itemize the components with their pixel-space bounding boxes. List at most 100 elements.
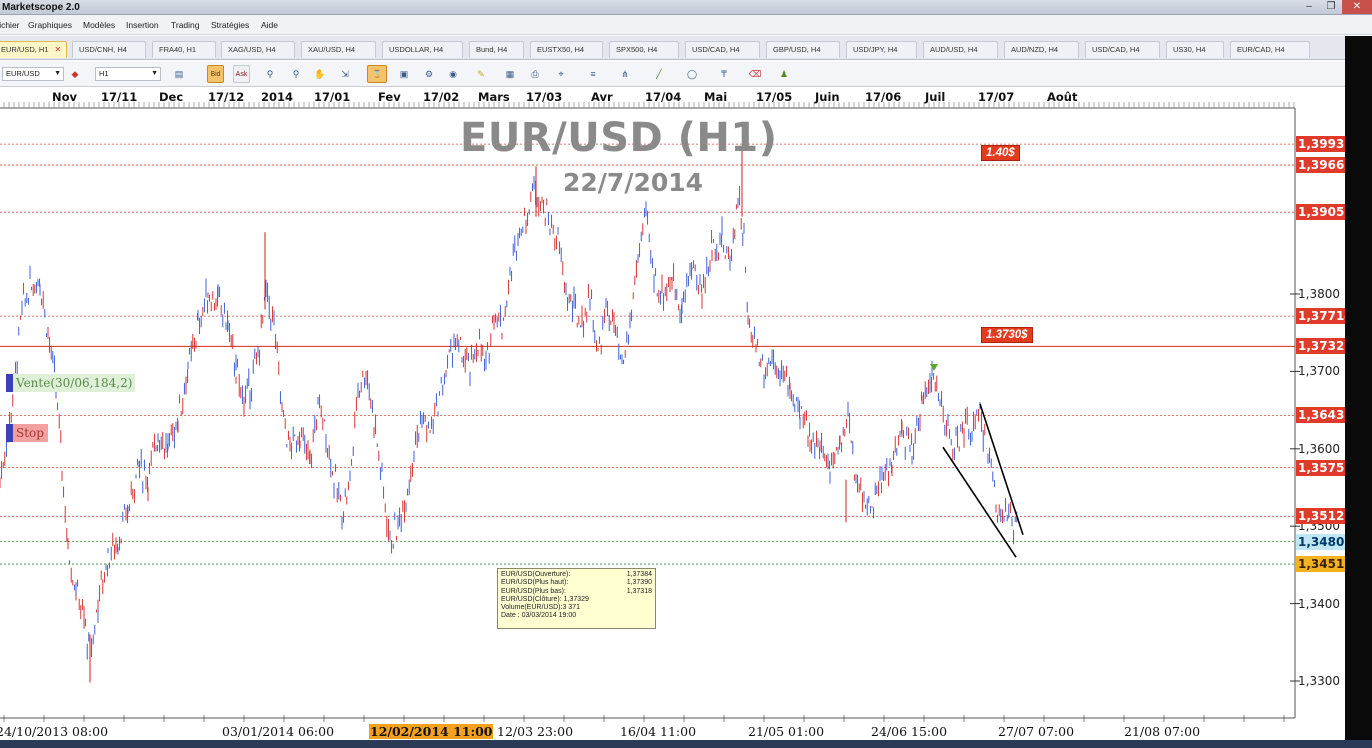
tab-label: USD/CAD, H4 [1092,45,1140,54]
tab-chart[interactable]: Bund, H4 [469,41,524,58]
tab-chart[interactable]: AUD/USD, H4 [923,41,998,58]
menu-aide[interactable]: Aide [261,20,278,30]
tab-chart[interactable]: USD/CNH, H4 [72,41,146,58]
menu-graphiques[interactable]: Graphiques [28,20,72,30]
wedge-lower-trendline [942,446,1017,558]
time-axis-tick: 17/06 [865,90,902,104]
tab-label: XAG/USD, H4 [228,45,276,54]
sell-arrow-icon [930,364,938,371]
strategy-icon[interactable]: ♟ [777,67,791,81]
menu-bar: Fichier Graphiques Modèles Insertion Tra… [0,15,1372,35]
menu-fichier[interactable]: Fichier [0,20,20,30]
symbol-select[interactable]: EUR/USD ▼ [2,67,64,81]
close-button[interactable]: ✕ [1342,0,1372,14]
price-tick: 1,3400 [1298,596,1340,611]
shapes-icon[interactable]: ◯ [685,67,699,81]
time-axis-tick: Dec [159,90,184,104]
time-axis-label: 16/04 11:00 [620,724,697,739]
tab-label: USD/CNH, H4 [79,45,127,54]
print-icon[interactable]: ⎙ [528,67,542,81]
hourglass-button[interactable]: ⌛ [367,65,387,83]
tab-chart[interactable]: EUR/USD, H1 ✕ [0,41,67,58]
time-axis-tick: Juil [925,90,946,104]
tab-chart[interactable]: USD/JPY, H4 [846,41,917,58]
tooltip-label: EUR/USD(Clôture): 1,37329 [501,595,589,603]
minimize-button[interactable]: – [1298,0,1320,14]
bid-button[interactable]: Bid [207,65,224,83]
tab-chart[interactable]: FRA40, H1 [152,41,216,58]
tab-chart[interactable]: XAU/USD, H4 [301,41,376,58]
scale-icon[interactable]: ⇲ [338,67,352,81]
chart-toolbar: EUR/USD ▼ ◆ H1 ▼ ▤ Bid Ask ⚲ ⚲ ✋ ⇲ ⌛ ▣ ⚙ ◉… [0,61,1345,87]
menu-strategies[interactable]: Stratégies [211,20,249,30]
pencil-icon[interactable]: ✎ [474,67,488,81]
chart-type-icon[interactable]: ▤ [172,67,186,81]
eraser-icon[interactable]: ⌫ [748,67,762,81]
tooltip-row: EUR/USD(Plus bas): 1,37318 [501,588,652,596]
timeframe-value: H1 [99,69,109,78]
time-axis-tick: 17/12 [208,90,245,104]
time-axis-tick: Nov [52,90,78,104]
time-axis-label: 24/10/2013 08:00 [0,724,109,739]
tab-chart[interactable]: USD/CAD, H4 [685,41,760,58]
tab-chart[interactable]: EUR/CAD, H4 [1230,41,1310,58]
settings-icon[interactable]: ⚙ [422,67,436,81]
hand-icon[interactable]: ✋ [313,67,327,81]
chevron-down-icon: ▼ [54,70,61,77]
tab-chart[interactable]: XAG/USD, H4 [221,41,295,58]
time-axis-label: 03/01/2014 06:00 [222,724,335,739]
tab-label: Bund, H4 [476,45,508,54]
sell-order-marker[interactable]: Vente(30/06,184,2) [6,374,136,392]
tab-label: USD/CAD, H4 [692,45,740,54]
zoom-in-icon[interactable]: ⚲ [263,67,277,81]
order-handle[interactable] [6,374,13,392]
chart-color-icon[interactable]: ◆ [68,67,82,81]
lines-icon[interactable]: ≡ [586,67,600,81]
level-annotation-1-40[interactable]: 1.40$ [981,145,1020,161]
menu-trading[interactable]: Trading [171,20,200,30]
tab-label: EUR/USD, H1 [1,45,49,54]
chevron-down-icon: ▼ [151,70,158,77]
time-axis-label: 12/02/2014 11:00 [369,724,494,739]
tab-chart[interactable]: GBP/USD, H4 [766,41,840,58]
stop-order-marker[interactable]: Stop [6,424,48,442]
zoom-out-icon[interactable]: ⚲ [289,67,303,81]
menu-modeles[interactable]: Modèles [83,20,115,30]
tab-label: USD/JPY, H4 [853,45,898,54]
price-chart[interactable]: EUR/USD (H1) 22/7/2014 1.40$ 1.3730$ Ven… [0,88,1355,748]
tooltip-label: EUR/USD(Plus bas): [501,587,566,595]
price-tick: 1,3300 [1298,674,1340,688]
tab-chart[interactable]: USD/CAD, H4 [1085,41,1160,58]
tab-chart[interactable]: SPX500, H4 [609,41,679,58]
chart-overlay-title: EUR/USD (H1) [460,115,778,161]
menu-insertion[interactable]: Insertion [126,20,159,30]
tab-chart[interactable]: AUD/NZD, H4 [1004,41,1079,58]
maximize-button[interactable]: ❐ [1320,0,1342,14]
tooltip-value: 1,37384 [626,571,652,578]
cursor-icon[interactable]: ⌖ [554,67,568,81]
fibonacci-icon[interactable]: ₸ [717,67,731,81]
timeframe-select[interactable]: H1 ▼ [95,67,161,81]
sell-order-label: Vente(30/06,184,2) [16,376,133,390]
tab-label: US30, H4 [1173,45,1206,54]
tab-chart[interactable]: USDOLLAR, H4 [382,41,463,58]
trendline-icon[interactable]: ╱ [652,67,666,81]
tab-label: GBP/USD, H4 [773,45,821,54]
time-axis-tick: 2014 [261,90,294,104]
tooltip-label: EUR/USD(Plus haut): [501,579,569,587]
fork-icon[interactable]: ⋔ [618,67,632,81]
time-axis-tick: Juin [815,90,840,104]
close-tab-icon[interactable]: ✕ [55,45,62,54]
image-icon[interactable]: ▦ [503,67,517,81]
tab-chart[interactable]: EUSTX50, H4 [530,41,603,58]
ask-button[interactable]: Ask [233,65,250,83]
level-annotation-1-373[interactable]: 1.3730$ [981,327,1033,343]
globe-icon[interactable]: ◉ [446,67,460,81]
chart-overlay-date: 22/7/2014 [563,168,704,197]
taskbar-edge [0,740,1372,748]
order-handle[interactable] [6,424,13,442]
window-icon[interactable]: ▣ [397,67,411,81]
tooltip-label: EUR/USD(Ouverture): [501,571,571,578]
tab-chart[interactable]: US30, H4 [1166,41,1224,58]
time-axis-tick: 17/05 [756,90,793,104]
